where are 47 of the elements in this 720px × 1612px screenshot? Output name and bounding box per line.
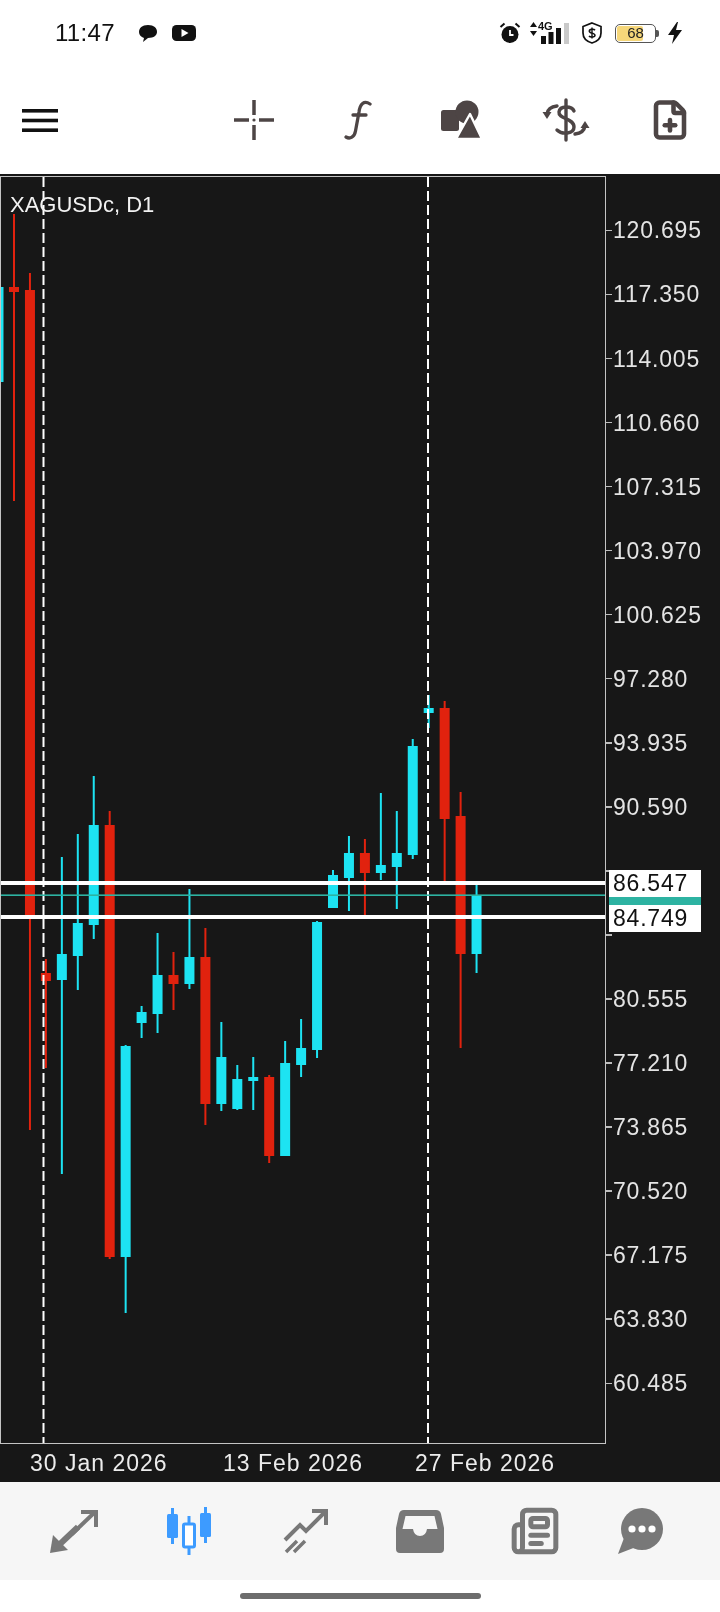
price-axis-label: 120.695: [613, 217, 702, 244]
price-axis-label: 93.935: [613, 729, 689, 756]
inbox-tray-icon: [395, 1509, 444, 1553]
menu-icon: [22, 108, 58, 132]
date-axis-label: 13 Feb 2026: [223, 1450, 365, 1476]
shield-dollar-icon: [581, 22, 603, 44]
price-tag: 86.547: [609, 870, 701, 897]
date-axis-label: 30 Jan 2026: [30, 1450, 169, 1476]
chat-bubble-icon: [616, 1508, 665, 1554]
battery-level: 68: [615, 23, 656, 43]
price-axis-label: 114.005: [613, 345, 701, 372]
price-axis-label: 80.555: [613, 985, 689, 1012]
alarm-clock-icon: [499, 22, 521, 44]
price-axis-label: 90.590: [613, 793, 689, 820]
candle: [136, 1006, 147, 1038]
newspaper-icon: [510, 1506, 560, 1556]
price-axis-label: 70.520: [613, 1178, 689, 1205]
charging-bolt-icon: [668, 22, 682, 44]
price-axis-label: 97.280: [613, 665, 689, 692]
video-play-icon: [171, 25, 196, 41]
price-axis-label: 110.660: [613, 409, 701, 436]
data-arrows-icon: [530, 22, 537, 36]
crosshair-icon: [234, 100, 274, 140]
chat-bubble-icon: [137, 24, 158, 42]
price-axis-label: 100.625: [613, 601, 702, 628]
chart-symbol-label: XAGUSDc, D1: [10, 192, 155, 218]
candle: [423, 695, 434, 728]
price-axis-label: 60.485: [613, 1370, 689, 1397]
price-axis-label: 63.830: [613, 1306, 689, 1333]
candle: [296, 1019, 307, 1077]
candle: [168, 952, 179, 1010]
price-axis-label: 107.315: [613, 473, 702, 500]
dollar-arrows-icon: [541, 98, 591, 142]
price-axis-label: 117.350: [613, 281, 701, 308]
price-axis-label: 77.210: [613, 1050, 689, 1076]
price-tag: 84.749: [609, 905, 701, 932]
network-type-label: 4G: [538, 21, 553, 32]
candle: [248, 1057, 259, 1110]
function-icon: [344, 100, 372, 140]
price-axis-label: 73.865: [613, 1114, 689, 1141]
candle: [232, 1065, 243, 1110]
shapes-icon: [441, 100, 483, 140]
status-time: 11:47: [55, 19, 115, 47]
date-axis-label: 27 Feb 2026: [415, 1450, 557, 1476]
price-axis-label: 103.970: [613, 537, 702, 564]
price-axis-label: 67.175: [613, 1242, 689, 1269]
diagonal-arrows-icon: [49, 1509, 99, 1553]
